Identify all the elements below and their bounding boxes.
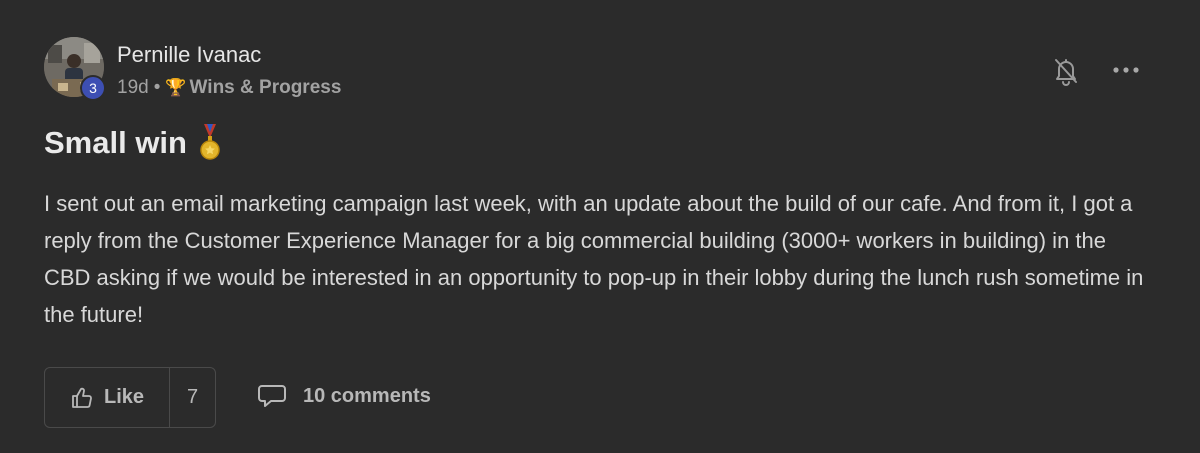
post-body: I sent out an email marketing campaign l…: [44, 191, 1144, 327]
like-label: Like: [103, 386, 145, 408]
post-age: 19d: [117, 77, 149, 98]
post-card: 3 Pernille Ivanac 19d • 🏆 Wins & Progres…: [0, 0, 1200, 453]
post-title-row: Small win: [44, 124, 221, 162]
like-widget: Like 7: [44, 367, 216, 428]
bell-off-icon[interactable]: [1052, 56, 1080, 86]
level-badge: 3: [80, 75, 106, 101]
comments-button[interactable]: 10 comments: [257, 383, 431, 409]
meta-separator: •: [153, 77, 161, 98]
category-link[interactable]: Wins & Progress: [190, 77, 342, 99]
author-avatar-group[interactable]: 3: [44, 37, 106, 101]
like-button[interactable]: Like: [45, 368, 170, 427]
medal-icon: [199, 124, 221, 162]
like-count[interactable]: 7: [170, 368, 215, 427]
post-meta: 19d • 🏆 Wins & Progress: [117, 77, 341, 99]
more-options-icon[interactable]: [1110, 56, 1142, 84]
post-title: Small win: [44, 125, 187, 160]
author-name[interactable]: Pernille Ivanac: [117, 42, 261, 68]
trophy-icon: 🏆: [165, 78, 187, 97]
comments-label: 10 comments: [303, 384, 431, 407]
thumbs-up-icon: [72, 387, 92, 408]
comment-icon: [258, 385, 286, 407]
